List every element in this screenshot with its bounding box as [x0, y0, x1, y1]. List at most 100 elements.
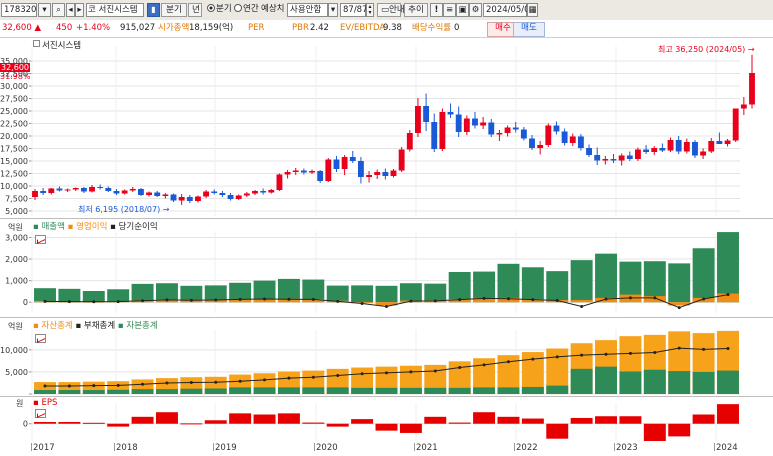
checkbox-icon[interactable] [33, 40, 40, 47]
per-label: PER [248, 23, 265, 33]
radio-on-icon [207, 4, 215, 12]
calendar-icon[interactable]: ▦ [527, 3, 538, 17]
total-equity-bar [546, 385, 569, 394]
net-income-point [433, 299, 437, 303]
page-spin-icon[interactable]: ▴ ▾ [366, 3, 374, 17]
sales-bar [375, 285, 398, 303]
net-income-point [385, 305, 388, 309]
eps-bar [204, 420, 227, 424]
radio-annual[interactable]: 연간 [234, 3, 259, 17]
candle [463, 118, 470, 132]
sales-chart-pane: 0 1,000 2,000 3,000 억원 ▪ 매출액 ▪ 영업이익 ▪ 당기순이익 [0, 219, 773, 318]
usage-select[interactable]: 사용안함 [287, 3, 328, 17]
candle [529, 138, 535, 148]
legend-eps: ▪ EPS [33, 398, 58, 408]
legend-sales: ▪ 매출액 [33, 222, 65, 232]
company-name: 서진시스템 [98, 5, 138, 15]
total-equity-bar [58, 390, 81, 394]
y-tick-label: 3,000 [5, 233, 28, 242]
x-tick-label: 2018 [114, 443, 138, 453]
candle [72, 188, 79, 190]
dropdown-arrow-icon[interactable]: ▾ [38, 3, 51, 17]
search-icon[interactable]: ⌕ [52, 3, 65, 17]
total-equity-bar [34, 390, 56, 394]
candle [178, 197, 185, 201]
total-equity-bar [107, 389, 130, 394]
candle [724, 140, 731, 144]
eps-bar [473, 412, 496, 424]
candle [32, 191, 38, 197]
list-icon[interactable]: ≡ [443, 3, 456, 17]
info-icon[interactable]: ▮ [147, 3, 160, 17]
eps-bar [351, 419, 374, 424]
candle [300, 170, 307, 173]
total-liabilities-point [43, 384, 47, 388]
radio-quarter[interactable]: 분기 [207, 3, 232, 17]
total-liabilities-point [726, 347, 730, 351]
sales-bar [399, 283, 422, 303]
candle [186, 197, 193, 201]
price-change: 450 [56, 23, 73, 33]
candle [325, 159, 332, 181]
total-equity-bar [155, 389, 178, 394]
candle [366, 175, 372, 177]
total-liabilities-point [385, 371, 388, 375]
x-tick-label: 2017 [31, 443, 55, 453]
exclaim-icon[interactable]: ! [430, 3, 443, 17]
candle [716, 141, 723, 144]
estimate-label: 예상치 [261, 4, 285, 14]
x-tick-label: 2023 [614, 443, 638, 453]
prev-icon[interactable]: ◂ [66, 3, 75, 17]
save-icon[interactable]: ▣ [456, 3, 469, 17]
net-income-point [726, 293, 730, 297]
guide-button[interactable]: ▭안내 [377, 3, 405, 17]
candle [276, 174, 283, 190]
market-cap-value: 18,159(억) [189, 23, 234, 33]
candle [659, 148, 666, 151]
net-income-point [287, 297, 291, 301]
eps-bar [497, 416, 520, 424]
total-equity-bar [497, 387, 520, 394]
ev-ebitda-label: EV/EBITDA [340, 23, 386, 33]
x-axis: 2017 2018 2019 2020 2021 2022 2023 2024 [0, 442, 773, 456]
add-button[interactable]: 추이 [404, 3, 428, 17]
candle [349, 157, 356, 161]
settings-icon[interactable]: ⚙ [469, 3, 482, 17]
total-equity-bar [717, 370, 739, 394]
period-select[interactable]: 분기 [161, 3, 187, 17]
candle [235, 195, 242, 199]
period-year-button[interactable]: 년 [188, 3, 202, 17]
total-liabilities-point [116, 383, 120, 387]
current-pct-tag: 31.98% [0, 72, 31, 81]
eps-bar [399, 423, 422, 433]
sell-button[interactable]: 매도 [513, 22, 545, 37]
candle [423, 106, 430, 122]
candle [512, 127, 519, 130]
chart-type-icon[interactable] [35, 409, 46, 418]
net-income-point [604, 297, 608, 301]
volume: 915,027 [120, 23, 156, 33]
total-liabilities-point [238, 379, 242, 383]
date-input[interactable]: 2024/05/02 [483, 3, 535, 17]
company-name-field[interactable]: 코 서진시스템 [86, 3, 144, 17]
candle [243, 193, 250, 196]
net-income-point [238, 297, 242, 301]
x-tick-label: 2021 [414, 443, 438, 453]
candle [561, 131, 568, 143]
candle [146, 192, 153, 195]
y-tick-label: 10,000 [0, 346, 28, 355]
candle [480, 122, 487, 126]
candle [105, 188, 112, 191]
total-equity-bar [668, 371, 691, 394]
legend-total-equity: ▪ 자본총계 [117, 321, 158, 331]
chart-type-icon[interactable] [35, 334, 46, 343]
next-icon[interactable]: ▸ [75, 3, 84, 17]
candle [40, 191, 47, 193]
chart-type-icon[interactable] [35, 235, 46, 244]
stock-code-input[interactable]: 178320 [1, 3, 37, 17]
candle [390, 170, 397, 176]
total-equity-bar [180, 388, 203, 394]
candle [211, 191, 218, 193]
sales-chart: 0 1,000 2,000 3,000 [5, 231, 740, 313]
usage-dropdown-icon[interactable]: ▾ [328, 3, 338, 17]
